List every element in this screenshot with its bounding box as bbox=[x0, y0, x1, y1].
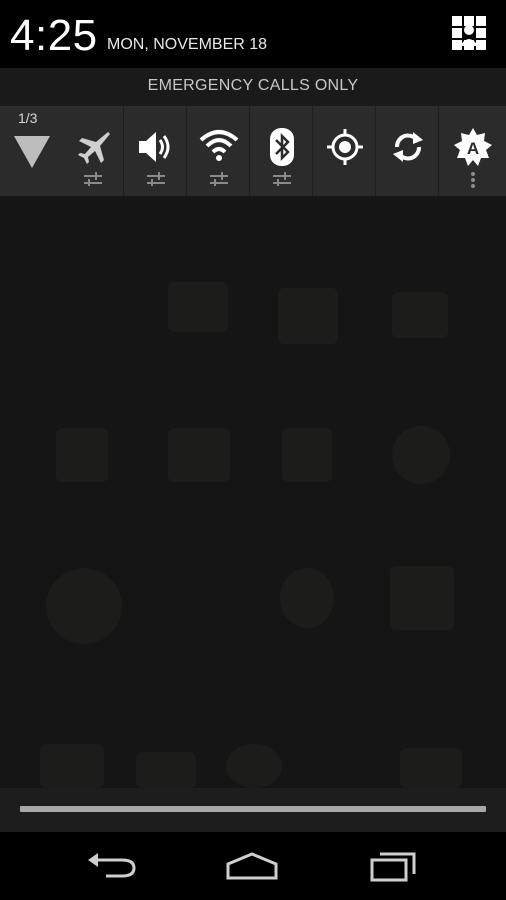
expand-triangle-icon bbox=[14, 136, 50, 168]
ghost-app-icon bbox=[56, 428, 108, 482]
back-button[interactable] bbox=[82, 846, 142, 886]
location-icon bbox=[326, 129, 363, 165]
page-count: 1/3 bbox=[18, 110, 38, 126]
quick-toggles-row: 1/3 A bbox=[0, 106, 506, 196]
home-button[interactable] bbox=[222, 846, 282, 886]
toggle-page-indicator[interactable]: 1/3 bbox=[0, 106, 62, 196]
date[interactable]: MON, NOVEMBER 18 bbox=[107, 36, 267, 54]
wifi-icon bbox=[199, 130, 238, 161]
settings-sliders-icon bbox=[209, 172, 228, 186]
carrier-bar: EMERGENCY CALLS ONLY bbox=[0, 68, 506, 106]
back-icon bbox=[88, 853, 136, 878]
sync-icon bbox=[392, 132, 423, 162]
recents-icon bbox=[370, 852, 416, 882]
toggle-location[interactable] bbox=[314, 106, 376, 196]
ghost-app-icon bbox=[400, 748, 462, 788]
ghost-app-icon bbox=[392, 426, 450, 484]
ghost-app-icon bbox=[46, 568, 122, 644]
settings-sliders-icon bbox=[83, 172, 102, 186]
user-grid-icon bbox=[452, 16, 486, 50]
brightness-auto-letter: A bbox=[467, 139, 479, 158]
ghost-app-icon bbox=[392, 292, 448, 338]
ghost-app-icon bbox=[40, 744, 104, 788]
ghost-app-icon bbox=[280, 568, 334, 628]
toggle-sync[interactable] bbox=[377, 106, 439, 196]
notification-header: 4:25 MON, NOVEMBER 18 bbox=[0, 0, 506, 68]
toggle-sound[interactable] bbox=[125, 106, 187, 196]
quick-settings-user-icon[interactable] bbox=[450, 14, 488, 52]
ghost-app-icon bbox=[390, 566, 454, 630]
bluetooth-icon bbox=[269, 128, 294, 166]
ghost-app-icon bbox=[168, 428, 230, 482]
ghost-app-icon bbox=[278, 288, 338, 344]
home-icon bbox=[226, 852, 278, 880]
recents-button[interactable] bbox=[362, 846, 422, 886]
shade-handle-area[interactable] bbox=[0, 788, 506, 832]
carrier-label: EMERGENCY CALLS ONLY bbox=[147, 77, 359, 94]
navigation-bar bbox=[0, 832, 506, 900]
airplane-icon bbox=[77, 132, 110, 164]
overflow-dots-icon[interactable] bbox=[470, 172, 476, 188]
toggle-airplane-mode[interactable] bbox=[62, 106, 124, 196]
ghost-app-icon bbox=[282, 428, 332, 482]
volume-icon bbox=[138, 132, 169, 162]
dimmed-home-screen bbox=[0, 196, 506, 788]
brightness-auto-icon: A bbox=[454, 128, 492, 166]
shade-drag-handle[interactable] bbox=[20, 806, 486, 812]
ghost-app-icon bbox=[136, 752, 196, 788]
toggle-bluetooth[interactable] bbox=[251, 106, 313, 196]
ghost-app-icon bbox=[168, 282, 228, 332]
ghost-app-icon bbox=[226, 744, 282, 788]
settings-sliders-icon bbox=[272, 172, 291, 186]
clock: 4:25 bbox=[10, 11, 98, 60]
toggle-wifi[interactable] bbox=[188, 106, 250, 196]
settings-sliders-icon bbox=[146, 172, 165, 186]
toggle-auto-brightness[interactable]: A bbox=[440, 106, 506, 196]
